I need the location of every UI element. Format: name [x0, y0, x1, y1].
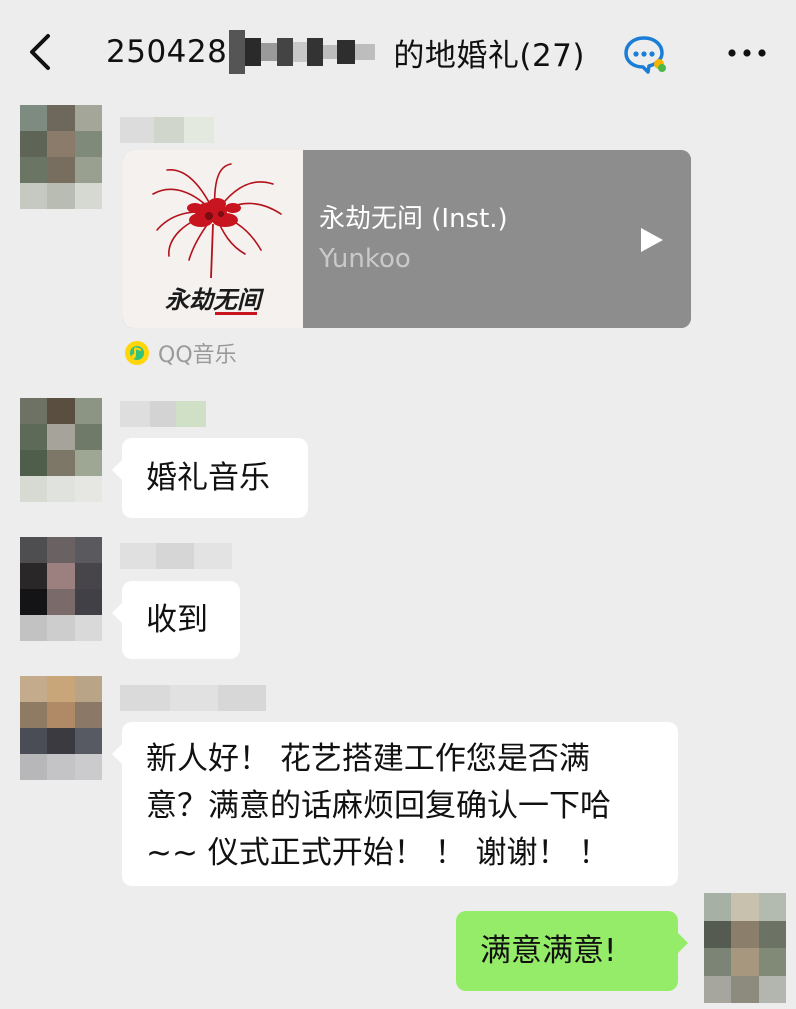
message-text: 婚礼音乐	[146, 460, 270, 496]
qq-music-icon	[125, 341, 149, 365]
message-bubble[interactable]: 收到	[112, 581, 240, 659]
music-info: 永劫无间 (Inst.) Yunkoo	[303, 150, 691, 328]
message-bubble[interactable]: 新人好！ 花艺搭建工作您是否满 意？满意的话麻烦回复确认一下哈 ~~ 仪式正式开…	[112, 722, 678, 886]
cover-logo-text: 永劫无间	[165, 285, 265, 314]
music-source-label: QQ音乐	[158, 343, 237, 368]
chat-title-suffix: 的地婚礼(27)	[393, 37, 585, 74]
album-cover: 永劫无间	[123, 150, 303, 328]
title-mosaic	[229, 30, 379, 74]
song-title: 永劫无间 (Inst.)	[319, 204, 508, 234]
music-card[interactable]: 永劫无间 永劫无间 (Inst.) Yunkoo	[123, 150, 691, 328]
sender-name	[120, 685, 266, 711]
message-text: 收到	[146, 602, 208, 638]
sender-name	[120, 117, 214, 143]
group-chat-icon[interactable]	[622, 34, 668, 74]
avatar[interactable]	[20, 398, 102, 502]
my-avatar[interactable]	[704, 893, 786, 1003]
chevron-left-icon[interactable]	[24, 30, 56, 74]
more-dots-icon[interactable]	[724, 38, 770, 68]
avatar[interactable]	[20, 537, 102, 641]
message-bubble[interactable]: 婚礼音乐	[112, 438, 308, 518]
play-icon[interactable]	[637, 226, 665, 254]
music-source[interactable]: QQ音乐	[124, 338, 237, 368]
chat-title: 250428 的地婚礼(27)	[106, 22, 585, 82]
my-message-bubble[interactable]: 满意满意!	[456, 911, 688, 991]
avatar[interactable]	[20, 105, 102, 209]
message-text-line: 意？满意的话麻烦回复确认一下哈	[146, 788, 611, 824]
sender-name	[120, 543, 232, 569]
chat-title-prefix: 250428	[106, 34, 228, 70]
sender-name	[120, 401, 206, 427]
song-artist: Yunkoo	[319, 244, 411, 274]
message-text: 满意满意!	[480, 933, 617, 969]
message-text-line: 新人好！ 花艺搭建工作您是否满	[146, 741, 590, 777]
avatar[interactable]	[20, 676, 102, 780]
chat-header: 250428 的地婚礼(27)	[0, 0, 796, 104]
message-text-line: ~~ 仪式正式开始！ ！ 谢谢！ ！	[146, 835, 610, 871]
red-spider-lily-image: 永劫无间	[152, 163, 282, 315]
